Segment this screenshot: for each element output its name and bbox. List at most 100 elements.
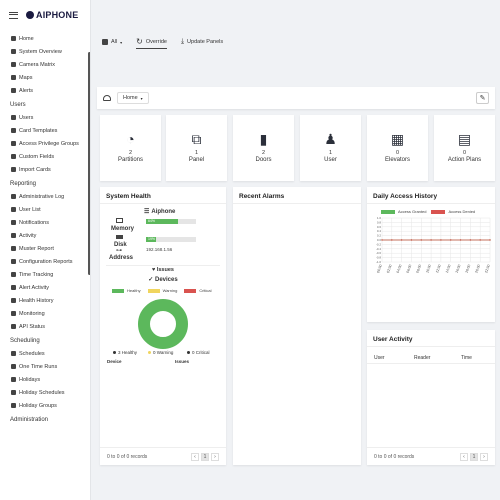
next-page-button[interactable]: › xyxy=(480,452,488,461)
data-point[interactable] xyxy=(430,239,432,241)
tile-user[interactable]: ♟ 1 User xyxy=(300,115,361,181)
all-dropdown[interactable]: All ▾ xyxy=(102,35,122,49)
y-tick-label: -0.4 xyxy=(376,247,382,251)
sidebar-item-health-history[interactable]: Health History xyxy=(0,294,90,307)
device-name[interactable]: ☰ Aiphone xyxy=(144,208,175,216)
sidebar-item-system-overview[interactable]: System Overview xyxy=(0,45,90,58)
sidebar-item-card-templates[interactable]: Card Templates xyxy=(0,124,90,137)
door-icon: ▮ xyxy=(259,131,268,147)
sidebar-item-label: Configuration Reports xyxy=(19,258,73,265)
x-tick-label: 02:00 xyxy=(386,264,393,274)
data-point[interactable] xyxy=(410,239,413,241)
sidebar-scrollbar[interactable] xyxy=(88,52,90,275)
sidebar-item-activity[interactable]: Activity xyxy=(0,229,90,242)
monitor-icon xyxy=(10,311,16,317)
sidebar-item-users[interactable]: Users xyxy=(0,111,90,124)
sidebar-item-label: Administrative Log xyxy=(19,193,65,200)
aiphone-logo[interactable]: AIPHONE xyxy=(26,10,78,20)
sidebar-item-alerts[interactable]: Alerts xyxy=(0,84,90,97)
tile-doors[interactable]: ▮ 2 Doors xyxy=(233,115,294,181)
disk-bar: 19% xyxy=(146,237,196,242)
page-number[interactable]: 1 xyxy=(470,452,478,461)
sidebar-item-label: System Overview xyxy=(19,48,62,55)
sidebar-item-maps[interactable]: Maps xyxy=(0,71,90,84)
col-user[interactable]: User xyxy=(374,355,385,361)
col-time[interactable]: Time xyxy=(461,355,472,361)
edit-dashboard-button[interactable]: ✎ xyxy=(476,92,489,104)
dashboard-select[interactable]: Home ▾ xyxy=(117,92,149,104)
user-activity-footer: 0 to 0 of 0 records ‹ 1 › xyxy=(367,447,495,465)
data-point[interactable] xyxy=(459,239,462,241)
memory-icon xyxy=(116,218,123,223)
sidebar-item-schedules[interactable]: Schedules xyxy=(0,347,90,360)
logo-text: AIPHONE xyxy=(36,10,79,20)
sidebar-item-home[interactable]: Home xyxy=(0,32,90,45)
sidebar-item-monitoring[interactable]: Monitoring xyxy=(0,307,90,320)
tile-partitions[interactable]: ◔ 2 Partitions xyxy=(100,115,161,181)
legend-warning-swatch xyxy=(147,288,160,293)
dashboard-select-value: Home xyxy=(123,95,138,101)
server-icon: ☰ xyxy=(144,209,150,215)
pager: ‹ 1 › xyxy=(191,452,219,461)
data-point[interactable] xyxy=(440,239,442,241)
sidebar-item-holiday-schedules[interactable]: Holiday Schedules xyxy=(0,386,90,399)
data-point[interactable] xyxy=(469,239,472,241)
tile-count: 0 xyxy=(462,150,467,156)
page-number[interactable]: 1 xyxy=(201,452,209,461)
sidebar-item-label: Users xyxy=(19,114,34,121)
tile-label: User xyxy=(324,157,337,163)
sidebar-item-notifications[interactable]: Notifications xyxy=(0,216,90,229)
dashboard-bar: Home ▾ ✎ xyxy=(97,87,495,109)
sidebar-item-configuration-reports[interactable]: Configuration Reports xyxy=(0,255,90,268)
clock-icon xyxy=(10,272,16,278)
sidebar-item-time-tracking[interactable]: Time Tracking xyxy=(0,268,90,281)
override-button[interactable]: ↻ Override xyxy=(136,35,167,49)
data-point[interactable] xyxy=(450,239,452,241)
sidebar-item-label: One Time Runs xyxy=(19,363,58,370)
sidebar-item-api-status[interactable]: API Status xyxy=(0,320,90,333)
legend-healthy-swatch xyxy=(112,288,124,293)
system-health-title: System Health xyxy=(100,187,226,204)
hamburger-menu-icon[interactable] xyxy=(9,11,18,19)
daily-access-chart: 1.00.80.60.40.20.0-0.2-0.4-0.6-0.8-1.000… xyxy=(376,216,491,274)
sidebar-item-label: Holiday Groups xyxy=(19,402,57,409)
prev-page-button[interactable]: ‹ xyxy=(460,452,468,461)
sidebar-item-administrative-log[interactable]: Administrative Log xyxy=(0,190,90,203)
sidebar-item-label: Card Templates xyxy=(19,127,58,134)
tile-panel[interactable]: ⧉ 1 Panel xyxy=(166,115,227,181)
recent-alarms-title: Recent Alarms xyxy=(233,187,361,204)
sidebar-item-user-list[interactable]: User List xyxy=(0,203,90,216)
memory-label: Memory xyxy=(111,226,135,232)
data-point[interactable] xyxy=(400,239,403,241)
devices-heading: ✓ Devices xyxy=(100,276,226,283)
tile-action-plans[interactable]: ▤ 0 Action Plans xyxy=(434,115,495,181)
sidebar-item-camera-matrix[interactable]: Camera Matrix xyxy=(0,58,90,71)
data-point[interactable] xyxy=(391,239,393,241)
data-point[interactable] xyxy=(381,239,383,241)
next-page-button[interactable]: › xyxy=(211,452,219,461)
sidebar-item-import-cards[interactable]: Import Cards xyxy=(0,163,90,176)
data-point[interactable] xyxy=(420,239,422,241)
data-point[interactable] xyxy=(489,239,491,241)
sidebar-item-muster-report[interactable]: Muster Report xyxy=(0,242,90,255)
sidebar-item-alert-activity[interactable]: Alert Activity xyxy=(0,281,90,294)
col-device[interactable]: Device xyxy=(107,359,122,364)
building-icon: ▦ xyxy=(390,131,405,147)
top-toolbar: All ▾ ↻ Override ⤓ Update Panels xyxy=(92,30,500,54)
prev-page-button[interactable]: ‹ xyxy=(191,452,199,461)
tile-elevators[interactable]: ▦ 0 Elevators xyxy=(367,115,428,181)
tile-label: Panel xyxy=(188,157,205,163)
col-issues[interactable]: Issues xyxy=(175,359,189,364)
sidebar-item-holiday-groups[interactable]: Holiday Groups xyxy=(0,399,90,412)
col-reader[interactable]: Reader xyxy=(414,355,430,361)
y-tick-label: 0.6 xyxy=(377,225,382,229)
memory-bar-fill: 64% xyxy=(146,219,178,224)
update-panels-button[interactable]: ⤓ Update Panels xyxy=(181,35,223,49)
sidebar-item-one-time-runs[interactable]: One Time Runs xyxy=(0,360,90,373)
tile-count: 2 xyxy=(128,150,133,156)
sidebar-item-access-privilege-groups[interactable]: Access Privilege Groups xyxy=(0,137,90,150)
sidebar-item-holidays[interactable]: Holidays xyxy=(0,373,90,386)
sidebar-item-label: Alert Activity xyxy=(19,284,49,291)
data-point[interactable] xyxy=(479,239,481,241)
sidebar-item-custom-fields[interactable]: Custom Fields xyxy=(0,150,90,163)
